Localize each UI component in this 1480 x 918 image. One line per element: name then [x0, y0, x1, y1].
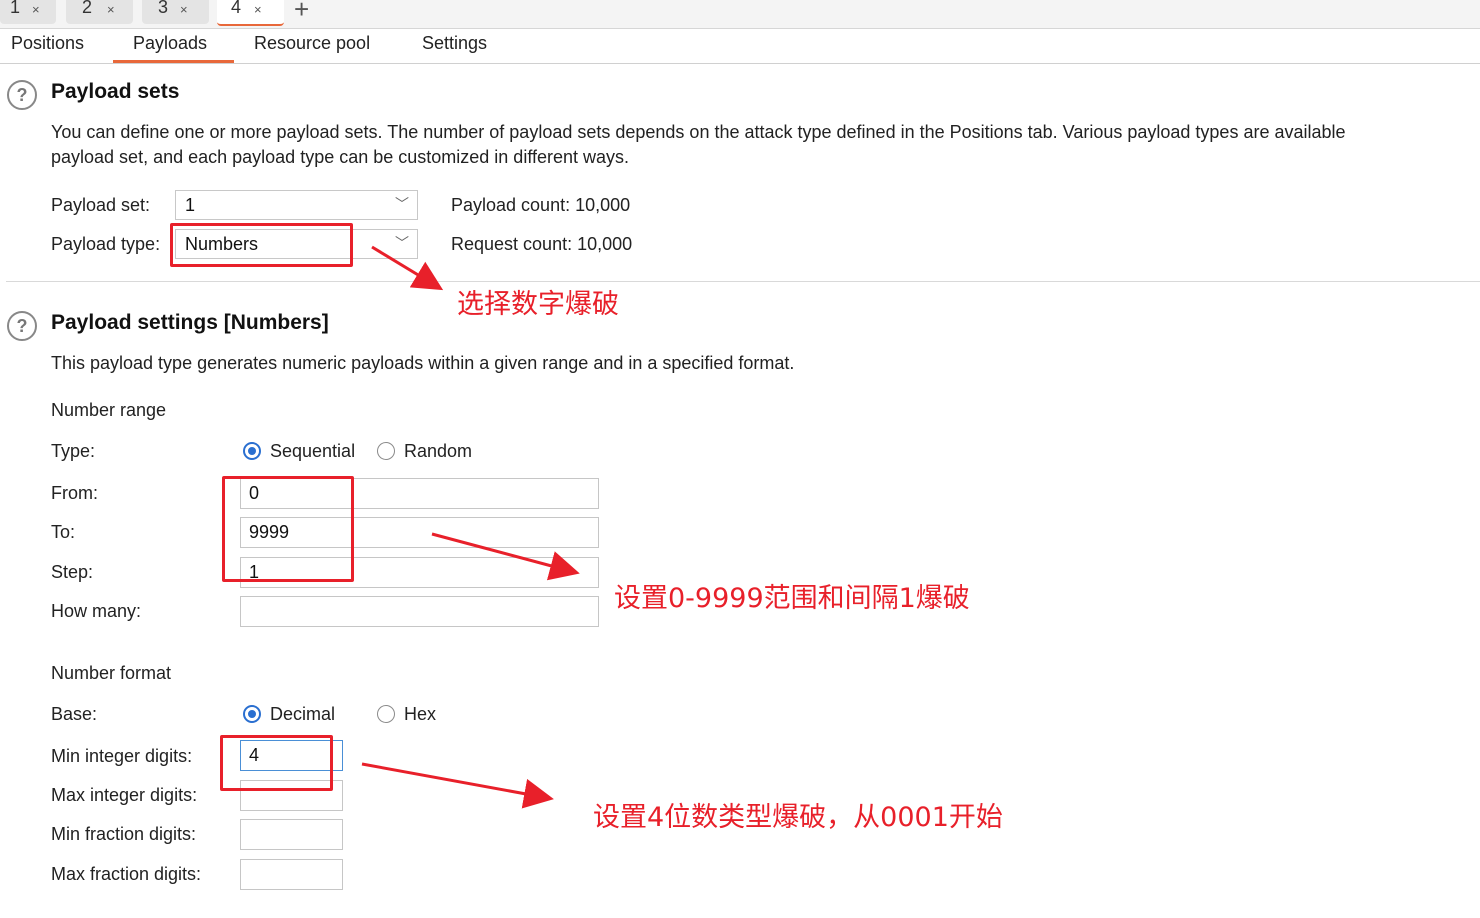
annotation-digits-note: 设置4位数类型爆破，从0001开始 [593, 802, 1003, 833]
annotation-select-numbers: 选择数字爆破 [457, 289, 619, 320]
annotation-arrow-type [371, 245, 444, 291]
annotation-range-note: 设置0-9999范围和间隔1爆破 [614, 583, 970, 614]
annotation-arrow-range [431, 532, 580, 581]
annotation-arrows [361, 245, 580, 809]
annotation-arrow-digits [361, 762, 554, 809]
